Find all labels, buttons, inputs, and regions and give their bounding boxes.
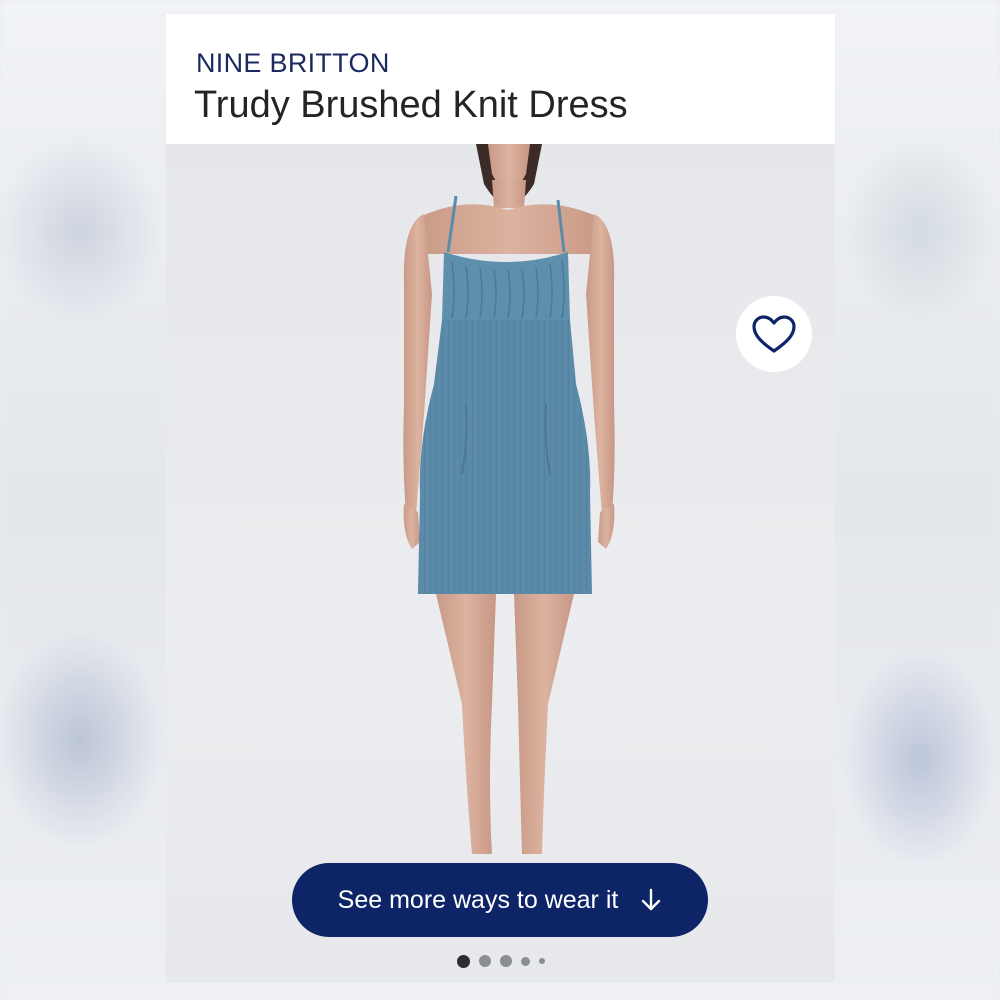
product-title: Trudy Brushed Knit Dress: [194, 84, 628, 126]
see-more-ways-button[interactable]: See more ways to wear it: [292, 863, 708, 937]
carousel-dot[interactable]: [499, 955, 512, 967]
brand-name[interactable]: NINE BRITTON: [196, 48, 390, 79]
favorite-button[interactable]: [736, 296, 812, 372]
product-image[interactable]: [166, 144, 835, 982]
product-header: NINE BRITTON Trudy Brushed Knit Dress: [166, 14, 835, 144]
carousel-dot[interactable]: [538, 958, 545, 964]
product-card: NINE BRITTON Trudy Brushed Knit Dress Se…: [166, 14, 835, 982]
carousel-dot[interactable]: [478, 955, 491, 967]
carousel-dots: [166, 952, 835, 970]
model-photo: [403, 144, 615, 854]
heart-icon: [752, 315, 796, 353]
carousel-dot[interactable]: [456, 954, 470, 968]
arrow-down-icon: [642, 888, 661, 911]
carousel-dot[interactable]: [520, 956, 530, 966]
see-more-ways-label: See more ways to wear it: [337, 885, 619, 914]
